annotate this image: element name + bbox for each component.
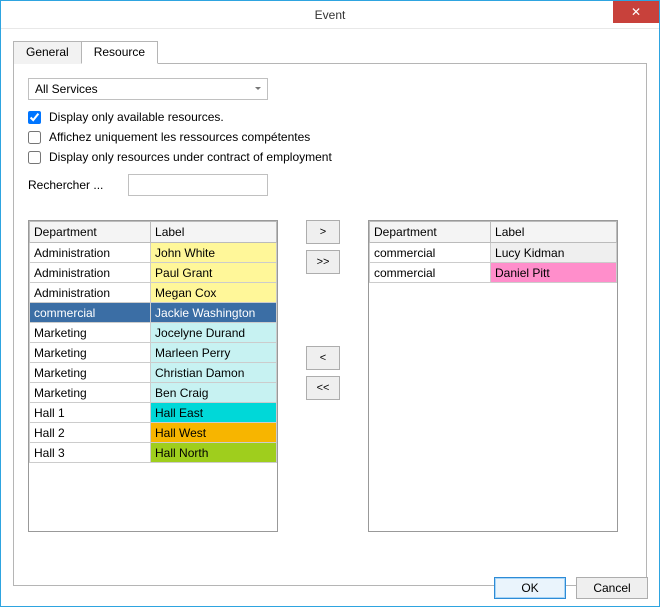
table-row[interactable]: Hall 3Hall North <box>30 443 277 463</box>
move-all-right-button[interactable]: >> <box>306 250 340 274</box>
available-cell-label: Hall East <box>151 403 277 423</box>
table-row[interactable]: AdministrationJohn White <box>30 243 277 263</box>
table-row[interactable]: AdministrationMegan Cox <box>30 283 277 303</box>
table-row[interactable]: Hall 2Hall West <box>30 423 277 443</box>
close-icon: ✕ <box>631 5 641 19</box>
available-cell-department: commercial <box>30 303 151 323</box>
table-row[interactable]: MarketingBen Craig <box>30 383 277 403</box>
check-contract-row[interactable]: Display only resources under contract of… <box>28 150 632 164</box>
available-cell-label: Marleen Perry <box>151 343 277 363</box>
table-row[interactable]: MarketingChristian Damon <box>30 363 277 383</box>
service-dropdown-value: All Services <box>35 82 98 96</box>
search-input[interactable] <box>128 174 268 196</box>
table-row[interactable]: commercialJackie Washington <box>30 303 277 323</box>
check-contract-label: Display only resources under contract of… <box>49 150 332 164</box>
search-row: Rechercher ... <box>28 174 632 196</box>
cancel-button[interactable]: Cancel <box>576 577 648 599</box>
check-available-label: Display only available resources. <box>49 110 224 124</box>
available-cell-department: Hall 3 <box>30 443 151 463</box>
table-row[interactable]: AdministrationPaul Grant <box>30 263 277 283</box>
search-label: Rechercher ... <box>28 178 118 192</box>
move-left-button[interactable]: < <box>306 346 340 370</box>
selected-cell-label: Daniel Pitt <box>491 263 617 283</box>
check-contract[interactable] <box>28 151 41 164</box>
available-cell-department: Marketing <box>30 363 151 383</box>
resource-panel: All Services Display only available reso… <box>13 63 647 586</box>
available-header-department[interactable]: Department <box>30 222 151 243</box>
selected-cell-department: commercial <box>370 263 491 283</box>
table-row[interactable]: commercialLucy Kidman <box>370 243 617 263</box>
selected-cell-department: commercial <box>370 243 491 263</box>
selected-header-label[interactable]: Label <box>491 222 617 243</box>
table-row[interactable]: Hall 1Hall East <box>30 403 277 423</box>
available-cell-label: Ben Craig <box>151 383 277 403</box>
check-competent-row[interactable]: Affichez uniquement les ressources compé… <box>28 130 632 144</box>
move-all-left-button[interactable]: << <box>306 376 340 400</box>
available-cell-label: Christian Damon <box>151 363 277 383</box>
available-cell-label: Megan Cox <box>151 283 277 303</box>
move-right-button[interactable]: > <box>306 220 340 244</box>
mover-buttons: > >> < << <box>288 220 358 400</box>
check-available[interactable] <box>28 111 41 124</box>
table-row[interactable]: MarketingJocelyne Durand <box>30 323 277 343</box>
available-cell-label: Jocelyne Durand <box>151 323 277 343</box>
service-dropdown[interactable]: All Services <box>28 78 268 100</box>
titlebar: Event ✕ <box>1 1 659 29</box>
available-cell-label: Hall West <box>151 423 277 443</box>
chevron-down-icon <box>255 87 261 90</box>
available-cell-label: Paul Grant <box>151 263 277 283</box>
ok-button[interactable]: OK <box>494 577 566 599</box>
close-button[interactable]: ✕ <box>613 1 659 23</box>
selected-header-department[interactable]: Department <box>370 222 491 243</box>
tab-general[interactable]: General <box>13 41 82 64</box>
table-row[interactable]: MarketingMarleen Perry <box>30 343 277 363</box>
dialog-footer: OK Cancel <box>494 577 648 599</box>
check-competent-label: Affichez uniquement les ressources compé… <box>49 130 310 144</box>
available-cell-department: Hall 2 <box>30 423 151 443</box>
available-cell-label: Jackie Washington <box>151 303 277 323</box>
dual-list-area: Department Label AdministrationJohn Whit… <box>28 220 632 532</box>
selected-grid[interactable]: Department Label commercialLucy Kidmanco… <box>368 220 618 532</box>
available-cell-department: Administration <box>30 243 151 263</box>
available-cell-department: Marketing <box>30 343 151 363</box>
available-cell-department: Hall 1 <box>30 403 151 423</box>
available-header-label[interactable]: Label <box>151 222 277 243</box>
available-cell-label: Hall North <box>151 443 277 463</box>
selected-cell-label: Lucy Kidman <box>491 243 617 263</box>
available-grid[interactable]: Department Label AdministrationJohn Whit… <box>28 220 278 532</box>
tab-strip: General Resource <box>13 41 659 64</box>
available-cell-department: Marketing <box>30 323 151 343</box>
table-row[interactable]: commercialDaniel Pitt <box>370 263 617 283</box>
tab-resource[interactable]: Resource <box>81 41 158 64</box>
available-cell-department: Marketing <box>30 383 151 403</box>
check-competent[interactable] <box>28 131 41 144</box>
available-cell-label: John White <box>151 243 277 263</box>
window-title: Event <box>1 8 659 22</box>
available-cell-department: Administration <box>30 283 151 303</box>
check-available-row[interactable]: Display only available resources. <box>28 110 632 124</box>
available-cell-department: Administration <box>30 263 151 283</box>
